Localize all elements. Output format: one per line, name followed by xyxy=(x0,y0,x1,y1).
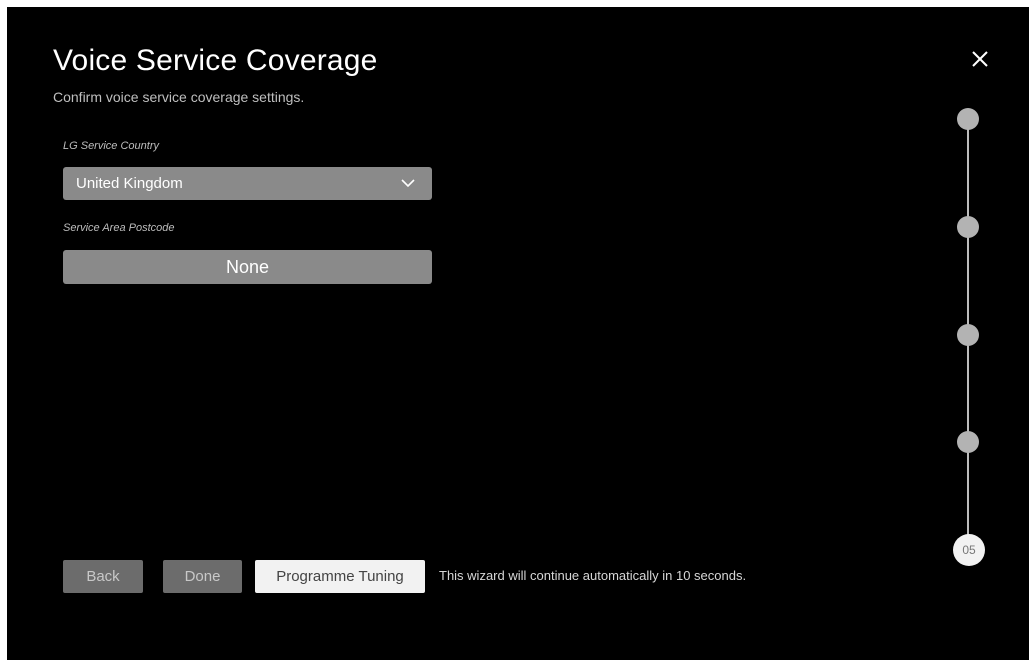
close-icon xyxy=(972,51,988,67)
back-button[interactable]: Back xyxy=(63,560,143,593)
postcode-field[interactable]: None xyxy=(63,250,432,284)
country-select[interactable]: United Kingdom xyxy=(63,167,432,200)
programme-tuning-button[interactable]: Programme Tuning xyxy=(255,560,425,593)
country-label: LG Service Country xyxy=(63,140,159,152)
current-step-indicator: 05 xyxy=(953,534,985,566)
done-button[interactable]: Done xyxy=(163,560,242,593)
setup-screen: Voice Service Coverage Confirm voice ser… xyxy=(7,7,1029,660)
step-dot xyxy=(957,324,979,346)
postcode-label: Service Area Postcode xyxy=(63,222,175,234)
page-title: Voice Service Coverage xyxy=(53,44,378,77)
step-dot xyxy=(957,108,979,130)
step-dot xyxy=(957,431,979,453)
auto-continue-hint: This wizard will continue automatically … xyxy=(439,568,747,583)
page-subtitle: Confirm voice service coverage settings. xyxy=(53,89,305,105)
chevron-down-icon xyxy=(401,179,415,188)
step-dot xyxy=(957,216,979,238)
close-button[interactable] xyxy=(967,46,993,72)
country-value: United Kingdom xyxy=(76,175,183,192)
